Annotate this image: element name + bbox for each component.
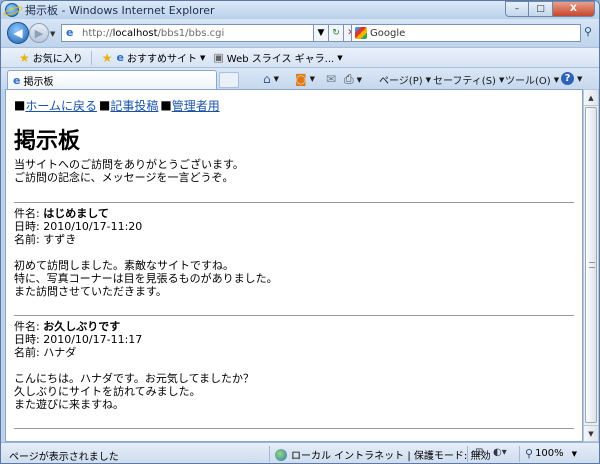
refresh-icon: ↻ [332, 28, 340, 38]
divider [519, 446, 520, 462]
add-favorite-icon[interactable]: ★ [102, 51, 113, 65]
post-subject: お久しぶりです [43, 320, 121, 333]
address-url: http://localhost/bbs1/bbs.cgi [82, 27, 225, 39]
mail-icon: ✉ [326, 72, 337, 86]
admin-link[interactable]: 管理者用 [172, 97, 220, 114]
post-body: こんにちは。ハナダです。お元気してましたか？ 久しぶりにサイトを訪れてみました。… [14, 372, 255, 411]
close-button[interactable]: X [553, 1, 595, 17]
window-controls: – □ X [505, 1, 595, 17]
help-icon: ? [561, 72, 574, 85]
ie-page-icon: e [116, 51, 124, 64]
back-button[interactable]: ◀ [7, 22, 29, 44]
post-date: 2010/10/17-11:20 [43, 220, 143, 233]
post-author: すずき [43, 233, 77, 246]
tab-label: 掲示板 [23, 77, 54, 88]
addon-status-icon[interactable]: ⊞ [475, 447, 483, 458]
page-menu[interactable]: ページ(P) ▼ [379, 72, 431, 88]
safety-menu[interactable]: セーフティ(S) ▼ [433, 72, 504, 88]
recent-pages-dropdown[interactable]: ▼ [50, 30, 55, 38]
search-icon[interactable]: ⚲ [584, 25, 592, 38]
scroll-thumb[interactable] [585, 107, 597, 423]
scroll-down-button[interactable]: ▼ [584, 425, 598, 441]
post-date: 2010/10/17-11:17 [43, 333, 143, 346]
divider [90, 50, 92, 65]
divider [269, 446, 270, 462]
link-marker: ■ [14, 98, 26, 112]
address-dropdown-button[interactable]: ▼ [314, 24, 329, 42]
favorites-star-icon[interactable]: ★ [19, 51, 30, 65]
tools-menu[interactable]: ツール(O) ▼ [505, 72, 559, 88]
page-content: ■ ホームに戻る ■ 記事投稿 ■ 管理者用 掲示板 当サイトへのご訪問をありがとうご… [5, 89, 583, 442]
post-body: 初めて訪問しました。素敵なサイトですね。 特に、写真コーナーは目を見張るものがあ… [14, 259, 278, 298]
favorites-bar: ★ お気に入り ★ e おすすめサイト ▼ ▣ Web スライス ギャラ... … [1, 47, 599, 67]
chevron-down-icon[interactable]: ▼ [200, 54, 205, 62]
ie-logo-icon [5, 3, 19, 17]
intranet-globe-icon [275, 448, 287, 461]
vertical-scrollbar[interactable]: ▲ ▼ [583, 89, 599, 442]
scroll-up-button[interactable]: ▲ [584, 90, 598, 106]
back-arrow-icon: ◀ [13, 26, 23, 40]
chevron-down-icon: ▼ [571, 449, 578, 458]
grip-icon [589, 262, 595, 268]
web-slice-icon: ▣ [213, 51, 224, 64]
status-text: ページが表示されました [9, 452, 119, 463]
ie-page-icon: e [13, 74, 21, 87]
address-bar[interactable]: e http://localhost/bbs1/bbs.cgi [61, 24, 314, 42]
browser-window: 掲示板 - Windows Internet Explorer – □ X ◀ … [0, 0, 600, 464]
link-marker: ■ [98, 98, 111, 112]
page-icon: e [66, 26, 74, 39]
home-button[interactable]: ⌂ ▼ [263, 72, 279, 86]
print-button[interactable]: ⎙ ▼ [344, 72, 362, 87]
link-marker: ■ [160, 98, 172, 112]
page-title: 掲示板 [14, 129, 81, 154]
home-link[interactable]: ホームに戻る [25, 97, 97, 114]
maximize-button[interactable]: □ [529, 1, 553, 17]
post-article-link[interactable]: 記事投稿 [110, 97, 158, 114]
tab-bar: e 掲示板 ⌂ ▼ ◙ ▼ ✉ ⎙ ▼ ページ(P) ▼ セーフティ(S) ▼ ツール(O… [1, 67, 599, 90]
home-icon: ⌂ [263, 72, 271, 86]
zoom-icon: ⚲ [525, 447, 534, 460]
minimize-button[interactable]: – [505, 1, 529, 17]
address-row: ◀ ▶ ▼ e http://localhost/bbs1/bbs.cgi ▼ … [1, 19, 599, 47]
search-box[interactable]: Google [351, 24, 581, 42]
help-button[interactable]: ? ▼ [561, 72, 582, 85]
intro-text: 当サイトへのご訪問をありがとうございます。 ご訪問の記念に、メッセージを一言どう… [14, 158, 244, 184]
rss-feed-icon: ◙ [295, 72, 307, 86]
divider [14, 315, 574, 316]
popup-blocker-icon[interactable]: ◐▾ [493, 447, 507, 458]
forward-button[interactable]: ▶ [29, 23, 49, 43]
divider [14, 428, 574, 429]
post-subject: はじめまして [43, 207, 109, 220]
mail-button[interactable]: ✉ [326, 72, 336, 86]
forward-arrow-icon: ▶ [34, 26, 44, 40]
top-links: ■ ホームに戻る ■ 記事投稿 ■ 管理者用 [14, 96, 574, 114]
favorites-button[interactable]: お気に入り [33, 50, 83, 65]
zoom-control[interactable]: ⚲ 100% ▼ [525, 447, 577, 460]
search-input[interactable]: Google [370, 28, 405, 39]
status-bar: ページが表示されました ローカル イントラネット | 保護モード: 無効 ⊞ ◐… [1, 442, 599, 463]
google-icon [355, 27, 367, 39]
new-tab-button[interactable] [219, 72, 239, 88]
favorites-item-web-slice-gallery[interactable]: Web スライス ギャラ... [227, 50, 334, 65]
window-title: 掲示板 - Windows Internet Explorer [25, 4, 215, 17]
tab-bbs[interactable]: e 掲示板 [7, 70, 217, 90]
chevron-down-icon[interactable]: ▼ [337, 54, 342, 62]
divider [467, 446, 468, 462]
favorites-item-suggested-sites[interactable]: おすすめサイト [127, 50, 197, 65]
print-icon: ⎙ [344, 72, 354, 86]
refresh-button[interactable]: ↻ [329, 24, 344, 42]
security-zone[interactable]: ローカル イントラネット | 保護モード: 無効 [275, 447, 490, 462]
post-entry: 件名: はじめまして 日時: 2010/10/17-11:20 名前: すずき … [14, 207, 574, 298]
post-author: ハナダ [43, 346, 77, 359]
title-bar: 掲示板 - Windows Internet Explorer – □ X [1, 1, 599, 19]
divider [14, 202, 574, 203]
post-entry: 件名: お久しぶりです 日時: 2010/10/17-11:17 名前: ハナダ… [14, 320, 574, 411]
feeds-button[interactable]: ◙ ▼ [295, 72, 315, 86]
